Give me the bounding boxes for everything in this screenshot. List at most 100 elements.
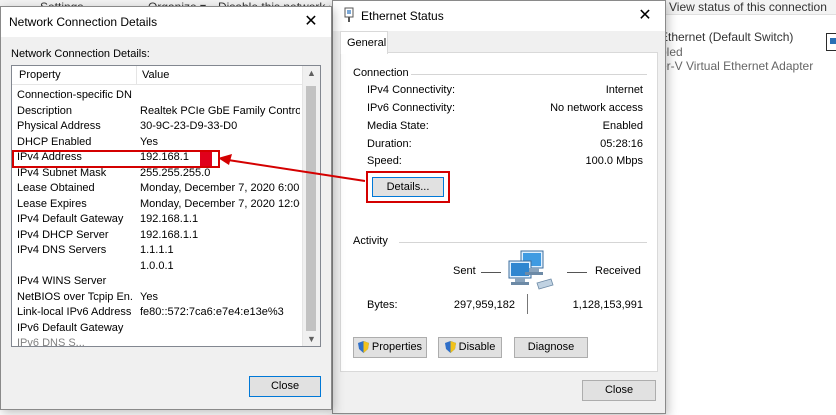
ipv4-connectivity-label: IPv4 Connectivity: — [367, 84, 456, 96]
row-property: Physical Address — [17, 120, 101, 132]
row-property: IPv4 Default Gateway — [17, 213, 124, 225]
row-property: DHCP Enabled — [17, 135, 92, 148]
scrollbar-thumb[interactable] — [306, 86, 316, 331]
properties-button[interactable]: Properties — [353, 337, 427, 358]
scroll-up-arrow-icon[interactable]: ▲ — [303, 68, 320, 78]
details-window-title: Network Connection Details — [9, 15, 158, 29]
table-row[interactable]: DHCP Enabled Yes — [12, 136, 303, 152]
disable-button[interactable]: Disable — [438, 337, 502, 358]
row-property: Connection-specific DN... — [17, 89, 132, 101]
connection-group-line — [411, 74, 647, 75]
activity-group-label: Activity — [353, 235, 388, 247]
table-row[interactable]: 1.0.0.1 — [12, 260, 303, 276]
table-row[interactable]: Link-local IPv6 Address fe80::572:7ca6:e7… — [12, 306, 303, 322]
received-line — [567, 272, 587, 273]
row-value: 1.0.0.1 — [140, 259, 174, 272]
view-status-button[interactable]: View status of this connection — [669, 0, 827, 14]
row-property: NetBIOS over Tcpip En... — [17, 290, 132, 303]
details-list[interactable]: Property Value Connection-specific DN...… — [11, 65, 321, 347]
row-value: Realtek PCIe GbE Family Controller — [140, 104, 300, 117]
ethernet-status-window: Ethernet Status ✕ General Connection IPv… — [332, 0, 666, 414]
uac-shield-icon — [357, 341, 369, 354]
details-button-highlight — [366, 171, 450, 203]
speed-label: Speed: — [367, 155, 402, 167]
details-section-label: Network Connection Details: — [11, 48, 150, 60]
row-property: Description — [17, 104, 73, 117]
bytes-label: Bytes: — [367, 299, 398, 311]
column-separator[interactable] — [136, 66, 137, 84]
network-activity-icon — [507, 249, 559, 296]
status-titlebar[interactable]: Ethernet Status ✕ — [333, 1, 665, 31]
status-close-icon[interactable]: ✕ — [625, 1, 665, 31]
row-property: Lease Obtained — [17, 182, 95, 194]
scroll-down-arrow-icon[interactable]: ▼ — [303, 334, 320, 344]
duration-label: Duration: — [367, 138, 412, 150]
uac-shield-icon — [444, 341, 456, 354]
bytes-sent-value: 297,959,182 — [453, 299, 515, 311]
tab-general-label: General — [347, 37, 387, 49]
diagnose-button[interactable]: Diagnose — [514, 337, 588, 358]
row-property: IPv4 WINS Server — [17, 275, 107, 287]
details-titlebar[interactable]: Network Connection Details ✕ — [1, 7, 331, 37]
table-row[interactable]: IPv6 DNS S... — [12, 337, 303, 347]
tab-general[interactable]: General — [340, 31, 388, 54]
table-row[interactable]: IPv4 DHCP Server 192.168.1.1 — [12, 229, 303, 245]
sent-label: Sent — [453, 265, 476, 277]
ethernet-icon — [343, 7, 355, 26]
general-tab-panel: Connection IPv4 Connectivity: Internet I… — [340, 52, 658, 372]
row-value: 192.168.1.1 — [140, 213, 199, 225]
details-list-scrollbar[interactable]: ▲ ▼ — [302, 66, 320, 346]
details-close-icon[interactable]: ✕ — [291, 7, 331, 37]
table-row[interactable]: IPv4 Default Gateway 192.168.1.1 — [12, 213, 303, 229]
adapter-name[interactable]: Ethernet (Default Switch) — [660, 30, 793, 44]
sent-line — [481, 272, 501, 273]
details-close-button[interactable]: Close — [249, 376, 321, 397]
ipv6-connectivity-label: IPv6 Connectivity: — [367, 102, 456, 114]
speed-value: 100.0 Mbps — [585, 155, 643, 167]
disable-button-label: Disable — [458, 341, 496, 353]
network-adapter-icon[interactable] — [826, 33, 836, 51]
row-property: IPv6 DNS S... — [17, 337, 85, 347]
table-row[interactable]: Connection-specific DN... — [12, 89, 303, 105]
row-property: IPv4 Subnet Mask — [17, 166, 107, 179]
received-label: Received — [595, 265, 641, 277]
connection-group-label: Connection — [353, 67, 409, 79]
row-property: IPv4 DNS Servers — [17, 244, 107, 256]
media-state-label: Media State: — [367, 120, 429, 132]
network-connection-details-window: Network Connection Details ✕ Network Con… — [0, 6, 332, 410]
row-property: IPv6 Default Gateway — [17, 321, 124, 334]
table-row[interactable]: Description Realtek PCIe GbE Family Contr… — [12, 105, 303, 121]
row-value: 1.1.1.1 — [140, 244, 174, 256]
media-state-value: Enabled — [602, 120, 643, 132]
row-value: Monday, December 7, 2020 12:00:26 — [140, 197, 300, 210]
row-value: Yes — [140, 290, 158, 303]
annotation-arrow-icon — [218, 154, 366, 182]
table-row[interactable]: IPv4 WINS Server — [12, 275, 303, 291]
row-property: IPv4 DHCP Server — [17, 228, 109, 241]
properties-button-label: Properties — [371, 341, 423, 353]
ipv4-connectivity-value: Internet — [605, 84, 643, 96]
row-property: Link-local IPv6 Address — [17, 306, 132, 318]
row-value: 30-9C-23-D9-33-D0 — [140, 120, 238, 132]
adapter-driver: er-V Virtual Ethernet Adapter — [660, 59, 814, 73]
details-list-header: Property Value — [12, 66, 303, 85]
row-property: Lease Expires — [17, 197, 87, 210]
table-row[interactable]: Physical Address 30-9C-23-D9-33-D0 — [12, 120, 303, 136]
bytes-divider — [527, 294, 528, 314]
column-value[interactable]: Value — [142, 69, 169, 81]
column-property[interactable]: Property — [19, 69, 61, 81]
status-window-title: Ethernet Status — [361, 9, 444, 23]
activity-group-line — [399, 242, 647, 243]
row-value: Yes — [140, 135, 158, 148]
table-row[interactable]: IPv4 DNS Servers 1.1.1.1 — [12, 244, 303, 260]
table-row[interactable]: Lease Expires Monday, December 7, 2020 12… — [12, 198, 303, 214]
row-value: 192.168.1.1 — [140, 228, 199, 241]
status-close-button[interactable]: Close — [582, 380, 656, 401]
duration-value: 05:28:16 — [600, 138, 643, 150]
bytes-received-value: 1,128,153,991 — [572, 299, 643, 311]
ipv6-connectivity-value: No network access — [550, 102, 643, 114]
table-row[interactable]: NetBIOS over Tcpip En... Yes — [12, 291, 303, 307]
row-value: fe80::572:7ca6:e7e4:e13e%3 — [140, 306, 284, 318]
table-row[interactable]: IPv6 Default Gateway — [12, 322, 303, 338]
ipv4-address-highlight — [12, 150, 220, 168]
